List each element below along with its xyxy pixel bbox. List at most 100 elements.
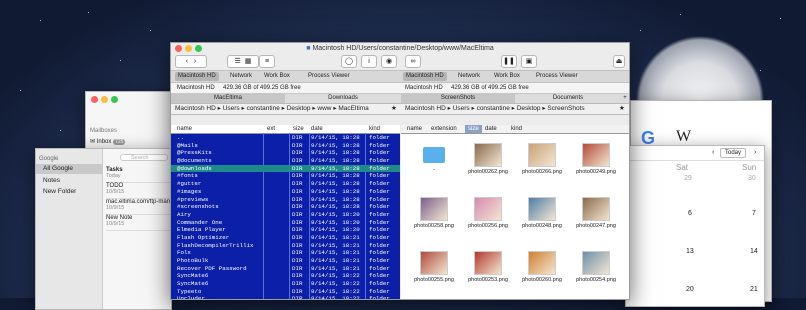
binoculars-icon[interactable]: ∞: [405, 55, 421, 68]
disk-tab-macintosh-hd[interactable]: Macintosh HD: [175, 72, 219, 81]
col-name-right[interactable]: name: [407, 125, 422, 133]
favorite-star-icon-right[interactable]: ★: [619, 104, 625, 114]
thumbnail-item[interactable]: photo00247.png: [573, 194, 619, 230]
eye-icon[interactable]: ◉: [381, 55, 397, 68]
tab-maceltima[interactable]: MacEltima: [171, 94, 285, 103]
col-ext[interactable]: ext: [267, 125, 275, 133]
minimize-button[interactable]: [185, 45, 192, 52]
table-row[interactable]: SyncMate6 DIR 9/14/15, 18:22 folder: [171, 272, 400, 280]
thumbnail-item[interactable]: photo00249.png: [573, 140, 619, 176]
table-row[interactable]: .. DIR 9/14/15, 18:28 folder: [171, 134, 400, 142]
table-row[interactable]: @PressKits DIR 9/14/15, 18:28 folder: [171, 149, 400, 157]
thumbnail-item[interactable]: photo00254.png: [573, 248, 619, 284]
minimize-button[interactable]: [101, 96, 108, 103]
view-mode-buttons[interactable]: ☰ ▦: [227, 55, 259, 68]
calendar-date[interactable]: 13: [686, 248, 694, 255]
table-row[interactable]: PhotoBulk DIR 9/14/15, 18:21 folder: [171, 257, 400, 265]
table-row[interactable]: Folx DIR 9/14/15, 18:21 folder: [171, 249, 400, 257]
sidebar-item-notes[interactable]: Notes: [43, 177, 60, 184]
table-row[interactable]: #images DIR 9/14/15, 18:28 folder: [171, 188, 400, 196]
sidebar-item-new-folder[interactable]: New Folder: [43, 188, 76, 195]
next-month-icon[interactable]: ›: [754, 149, 756, 156]
table-row[interactable]: Flash Optimizer DIR 9/14/15, 18:21 folder: [171, 234, 400, 242]
table-row[interactable]: SyncMate6 DIR 9/14/15, 18:22 folder: [171, 280, 400, 288]
notes-search-input[interactable]: Search: [120, 154, 168, 161]
calendar-date[interactable]: 6: [688, 210, 692, 217]
disk-tab-network-right[interactable]: Network: [455, 72, 483, 81]
table-row[interactable]: @Mails DIR 9/14/15, 18:28 folder: [171, 142, 400, 150]
col-date[interactable]: date: [311, 125, 323, 133]
thumbnail-item[interactable]: photo00262.png: [465, 140, 511, 176]
eject-icon[interactable]: ⏏: [613, 55, 625, 68]
terminal-icon[interactable]: ▣: [521, 55, 537, 68]
tab-documents[interactable]: Documents: [516, 94, 620, 103]
col-kind-right[interactable]: kind: [511, 125, 522, 133]
col-kind[interactable]: kind: [369, 125, 380, 133]
table-row[interactable]: Commander One DIR 9/14/15, 18:20 folder: [171, 219, 400, 227]
table-row[interactable]: Recover PDF Password DIR 9/14/15, 18:21 fol…: [171, 265, 400, 273]
list-item[interactable]: mac.eltima.com/ftp-mana... 10/9/15: [106, 199, 171, 215]
table-row[interactable]: #previews DIR 9/14/15, 18:28 folder: [171, 196, 400, 204]
col-size-right[interactable]: size: [465, 125, 482, 133]
table-row[interactable]: Airy DIR 9/14/15, 18:20 folder: [171, 211, 400, 219]
disk-select-right[interactable]: Macintosh HD: [405, 83, 443, 93]
disk-tab-network[interactable]: Network: [227, 72, 255, 81]
breadcrumb-right[interactable]: Macintosh HD ▸ Users ▸ constantine ▸ Des…: [405, 104, 585, 114]
today-button[interactable]: Today: [720, 148, 747, 158]
tab-screenshots[interactable]: ScreenShots: [401, 94, 515, 103]
thumbnail-item[interactable]: photo00253.png: [465, 248, 511, 284]
table-row[interactable]: @downloads DIR 9/14/15, 18:28 folder: [171, 164, 400, 173]
calendar-date[interactable]: 21: [750, 286, 758, 293]
add-tab-icon[interactable]: +: [621, 94, 629, 103]
table-row[interactable]: #fonts DIR 9/14/15, 18:28 folder: [171, 172, 400, 180]
calendar-date[interactable]: 30: [748, 175, 756, 182]
list-item[interactable]: Tasks Today: [106, 167, 171, 183]
thumbnail-item[interactable]: photo00260.png: [519, 248, 565, 284]
breadcrumb[interactable]: Macintosh HD ▸ Users ▸ constantine ▸ Des…: [175, 104, 369, 114]
close-button[interactable]: [91, 96, 98, 103]
favorite-star-icon[interactable]: ★: [391, 104, 397, 114]
thumbnail-item[interactable]: photo00266.png: [519, 140, 565, 176]
calendar-date[interactable]: 20: [686, 286, 694, 293]
disk-select[interactable]: Macintosh HD: [177, 83, 215, 93]
calendar-date[interactable]: 29: [684, 175, 692, 182]
list-view-icon[interactable]: ≡: [259, 55, 275, 68]
col-date-right[interactable]: date: [485, 125, 497, 133]
disk-tab-process-viewer-right[interactable]: Process Viewer: [533, 72, 581, 81]
right-thumbnail-grid[interactable]: name extension size date kind .. photo002…: [401, 125, 629, 299]
disk-tab-macintosh-hd-right[interactable]: Macintosh HD: [403, 72, 447, 81]
close-button[interactable]: [175, 45, 182, 52]
list-item[interactable]: TODO 10/9/15: [106, 183, 171, 199]
col-size[interactable]: size: [293, 125, 304, 133]
table-row[interactable]: #screenshots DIR 9/14/15, 18:28 folder: [171, 203, 400, 211]
tab-downloads[interactable]: Downloads: [286, 94, 400, 103]
info-icon[interactable]: i: [361, 55, 377, 68]
table-row[interactable]: #gutter DIR 9/14/15, 18:28 folder: [171, 180, 400, 188]
disk-tab-process-viewer[interactable]: Process Viewer: [305, 72, 353, 81]
table-row[interactable]: Typeeto DIR 9/14/15, 18:22 folder: [171, 288, 400, 296]
prev-month-icon[interactable]: ‹: [712, 149, 714, 156]
list-item[interactable]: New Note 10/9/15: [106, 215, 171, 231]
thumbnail-item[interactable]: photo00255.png: [411, 248, 457, 284]
sidebar-item-all-google[interactable]: All Google: [36, 164, 102, 174]
thumbnail-item[interactable]: ..: [411, 140, 457, 176]
zoom-button[interactable]: [111, 96, 118, 103]
pause-icon[interactable]: ❚❚: [501, 55, 517, 68]
calendar-date[interactable]: 14: [750, 248, 758, 255]
table-row[interactable]: Elmedia Player DIR 9/14/15, 18:20 folder: [171, 226, 400, 234]
disk-tab-work-box[interactable]: Work Box: [261, 72, 293, 81]
toggle-hidden-icon[interactable]: ◯: [341, 55, 357, 68]
col-name[interactable]: name: [177, 125, 192, 133]
thumbnail-item[interactable]: photo00256.png: [465, 194, 511, 230]
thumbnail-item[interactable]: photo00248.png: [519, 194, 565, 230]
thumbnail-item[interactable]: photo00258.png: [411, 194, 457, 230]
col-extension-right[interactable]: extension: [431, 125, 457, 133]
table-row[interactable]: @documents DIR 9/14/15, 18:28 folder: [171, 157, 400, 165]
disk-tab-work-box-right[interactable]: Work Box: [491, 72, 523, 81]
back-forward-buttons[interactable]: ‹ ›: [175, 55, 207, 68]
table-row[interactable]: FlashDecompilerTrillix DIR 9/14/15, 18:21 f…: [171, 242, 400, 250]
left-file-list[interactable]: name ext size date kind .. DIR 9/14/15, 18…: [171, 125, 400, 299]
mailbox-inbox[interactable]: ✉ Inbox 725: [90, 138, 145, 146]
calendar-date[interactable]: 7: [752, 210, 756, 217]
zoom-button[interactable]: [195, 45, 202, 52]
